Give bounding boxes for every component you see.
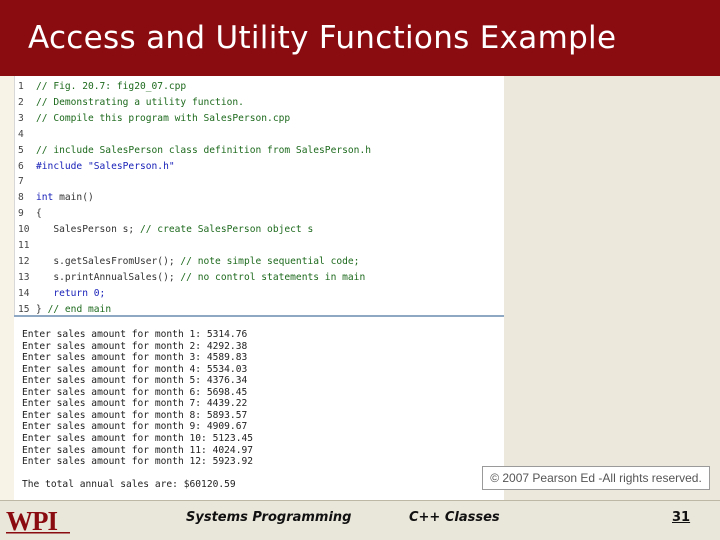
slide-title: Access and Utility Functions Example (28, 20, 617, 56)
code-line: 14 return 0; (15, 286, 505, 302)
output-line: Enter sales amount for month 10: 5123.45 (22, 432, 254, 444)
code-line: 11 (15, 238, 505, 254)
line-number: 1 (18, 81, 24, 92)
output-line: Enter sales amount for month 7: 4439.22 (22, 398, 248, 410)
code-line: 5 // include SalesPerson class definition… (15, 143, 505, 159)
code-line: 9{ (15, 206, 505, 222)
wpi-logo-text: WPI (6, 506, 57, 535)
code-line: 2 // Demonstrating a utility function. (15, 95, 505, 111)
wpi-logo: WPI (6, 506, 70, 535)
output-line: Enter sales amount for month 1: 5314.76 (22, 329, 248, 340)
code-text: #include "SalesPerson.h" (36, 160, 175, 172)
code-text: { (36, 208, 42, 220)
code-line: 10 SalesPerson s; // create SalesPerson … (15, 222, 505, 238)
code-line: 13 s.printAnnualSales(); // no control s… (15, 270, 505, 286)
output-line: Enter sales amount for month 4: 5534.03 (22, 363, 248, 375)
line-number: 7 (18, 176, 24, 188)
line-number: 13 (18, 271, 30, 283)
output-line: Enter sales amount for month 9: 4909.67 (22, 421, 248, 433)
output-line: The total annual sales are: $60120.59 (22, 479, 236, 491)
code-line: 7 (15, 174, 505, 190)
code-text: // include SalesPerson class definition … (36, 144, 372, 156)
code-line: 4 (15, 127, 505, 143)
code-line: 6 #include "SalesPerson.h" (15, 159, 505, 175)
page-number: 31 (672, 510, 691, 525)
line-number: 11 (18, 240, 30, 251)
output-line: Enter sales amount for month 6: 5698.45 (22, 386, 248, 398)
footer-bar (0, 500, 720, 540)
code-line: 12 s.getSalesFromUser(); // note simple … (15, 254, 505, 270)
line-number: 9 (18, 208, 24, 220)
code-text: return 0; (36, 287, 106, 299)
output-line: Enter sales amount for month 8: 5893.57 (22, 409, 248, 421)
footer-course: Systems Programming (186, 510, 352, 525)
line-number: 2 (18, 96, 24, 108)
code-text: s.getSalesFromUser(); // note simple seq… (36, 255, 360, 267)
code-text: SalesPerson s; // create SalesPerson obj… (36, 224, 314, 236)
line-number: 3 (18, 112, 24, 124)
code-text: int main() (36, 192, 94, 204)
code-listing: 1 // Fig. 20.7: fig20_07.cpp 2 // Demonstra… (14, 76, 504, 316)
copyright-notice: © 2007 Pearson Ed -All rights reserved. (482, 466, 710, 490)
line-number: 12 (18, 255, 30, 267)
code-line: 3 // Compile this program with SalesPerso… (15, 111, 505, 127)
code-text: // Demonstrating a utility function. (36, 96, 244, 108)
code-line: 1 // Fig. 20.7: fig20_07.cpp (15, 79, 505, 95)
program-output: Enter sales amount for month 1: 5314.76 E… (14, 317, 504, 500)
background-panel (504, 76, 720, 500)
footer-topic: C++ Classes (409, 510, 500, 525)
title-bar: Access and Utility Functions Example (0, 0, 720, 76)
line-number: 6 (18, 160, 24, 172)
line-number: 10 (18, 224, 30, 236)
code-text: // Fig. 20.7: fig20_07.cpp (36, 81, 187, 92)
line-number: 5 (18, 144, 24, 156)
output-line: Enter sales amount for month 3: 4589.83 (22, 352, 248, 364)
output-line: Enter sales amount for month 11: 4024.97 (22, 444, 254, 456)
line-number: 8 (18, 192, 24, 204)
output-line: Enter sales amount for month 2: 4292.38 (22, 340, 248, 352)
footer-divider (0, 500, 720, 501)
line-number: 14 (18, 287, 30, 299)
code-line: 8 int main() (15, 190, 505, 206)
output-line: Enter sales amount for month 12: 5923.92 (22, 456, 254, 468)
output-line: Enter sales amount for month 5: 4376.34 (22, 375, 248, 387)
code-text: // Compile this program with SalesPerson… (36, 112, 291, 124)
line-number: 4 (18, 128, 24, 140)
code-text: s.printAnnualSales(); // no control stat… (36, 271, 366, 283)
